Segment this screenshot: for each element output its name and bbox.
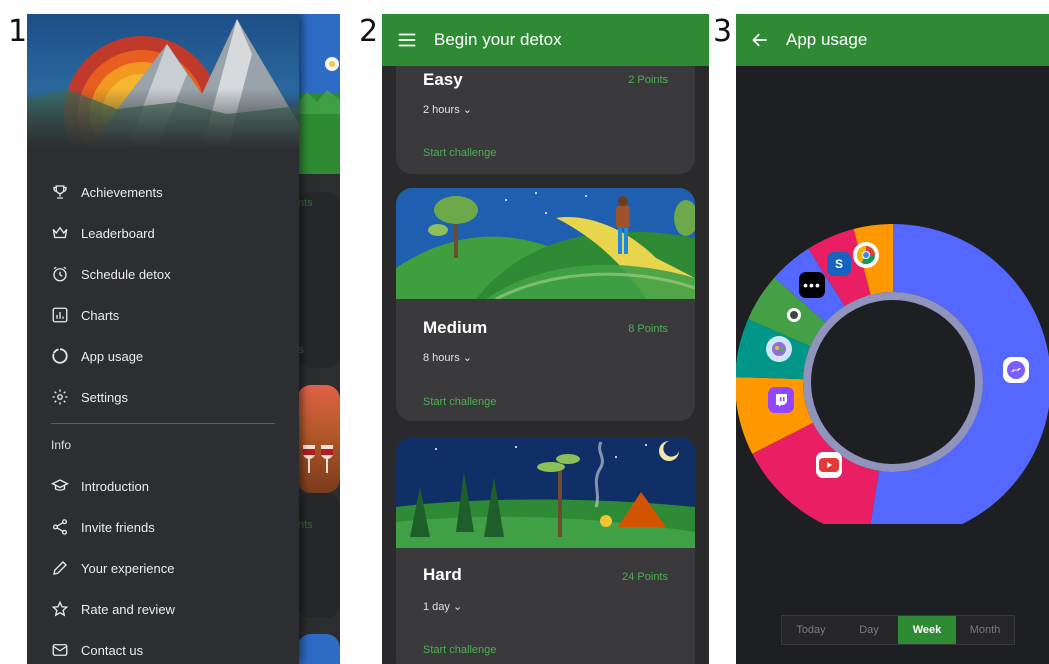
wine-glasses-art [303,445,333,473]
page-title: Begin your detox [434,30,562,49]
challenge-points: 2 Points [628,74,668,86]
drawer-item-label: Leaderboard [81,225,155,241]
tab-month[interactable]: Month [956,616,1014,644]
graduation-cap-icon [51,477,69,495]
drawer-item-charts[interactable]: Charts [51,301,119,329]
drawer-item-settings[interactable]: Settings [51,383,128,411]
chevron-down-icon: ⌄ [462,104,472,116]
chart-icon [51,306,69,324]
drawer-item-contact-us[interactable]: Contact us [51,636,143,664]
donut-icon [51,347,69,365]
more-apps-icon: ••• [799,272,825,298]
drawer-header-image [27,14,299,149]
duration-dropdown[interactable]: 2 hours ⌄ [423,103,472,116]
app-usage-screen: App usage ••• S Today Day Week Month [736,14,1049,664]
start-challenge-button[interactable]: Start challenge [423,644,496,656]
drawer-item-label: Schedule detox [81,266,171,282]
underlying-header-art [297,14,340,174]
challenge-level: Medium [423,318,488,337]
drawer-item-label: Rate and review [81,601,175,617]
back-arrow-icon[interactable] [750,30,770,50]
brain-app-icon [766,336,792,362]
drawer-item-label: Achievements [81,184,163,200]
drawer-item-your-experience[interactable]: Your experience [51,554,174,582]
drawer-item-leaderboard[interactable]: Leaderboard [51,219,155,247]
tab-week[interactable]: Week [898,616,956,644]
settings-app-icon [781,302,807,328]
gear-icon [51,388,69,406]
page-title: App usage [786,30,868,49]
drawer-item-rate-and-review[interactable]: Rate and review [51,595,175,623]
donut-center-ring [803,292,983,472]
underlying-card [297,493,340,618]
challenge-level: Easy [423,70,463,89]
challenge-points: 8 Points [628,323,668,335]
start-challenge-button[interactable]: Start challenge [423,147,496,159]
navigation-drawer: Achievements Leaderboard Schedule detox … [27,14,299,664]
challenge-card-hard[interactable]: Hard 24 Points 1 day ⌄ Start challenge [396,437,695,664]
drawer-item-label: Charts [81,307,120,323]
panel-number-3: 3 [713,14,733,49]
duration-dropdown[interactable]: 8 hours ⌄ [423,351,472,364]
share-icon [51,518,69,536]
chevron-down-icon: ⌄ [462,352,472,364]
chrome-icon [853,242,879,268]
drawer-item-label: Contact us [81,642,144,658]
drawer-item-schedule-detox[interactable]: Schedule detox [51,260,171,288]
underlying-points-text: nts [298,197,313,209]
messenger-icon [1003,357,1029,383]
app-bar: App usage [736,14,1049,66]
tab-today[interactable]: Today [782,616,840,644]
drawer-item-label: Your experience [81,560,175,576]
alarm-icon [51,265,69,283]
challenge-card-easy[interactable]: Easy 2 Points 2 hours ⌄ Start challenge [396,54,695,174]
drawer-item-label: Invite friends [81,519,155,535]
drawer-item-label: App usage [81,348,144,364]
detox-screen: Easy 2 Points 2 hours ⌄ Start challenge … [382,14,709,664]
drawer-screen: nts s nts Achievements Leaderboard Sched… [27,14,340,664]
underlying-card-art [297,634,340,664]
pencil-icon [51,559,69,577]
drawer-item-label: Introduction [81,478,149,494]
hills-hiker-art [396,188,695,299]
mail-icon [51,641,69,659]
chevron-down-icon: ⌄ [452,601,463,613]
underlying-points-text: nts [298,519,313,531]
twitch-icon [768,387,794,413]
drawer-item-label: Settings [81,389,128,405]
tab-day[interactable]: Day [840,616,898,644]
challenge-points: 24 Points [622,571,668,583]
drawer-section-title: Info [51,438,72,452]
underlying-card [297,192,340,368]
star-icon [51,600,69,618]
drawer-item-app-usage[interactable]: App usage [51,342,143,370]
campsite-night-art [396,437,695,548]
panel-number-2: 2 [359,14,379,49]
crown-icon [51,224,69,242]
menu-icon[interactable] [396,29,418,51]
mountain-sunset-art [27,14,299,149]
drawer-item-introduction[interactable]: Introduction [51,472,149,500]
panel-number-1: 1 [8,14,28,49]
youtube-icon [816,452,842,478]
period-tabs: Today Day Week Month [781,615,1015,645]
underlying-card-art [297,385,340,493]
start-challenge-button[interactable]: Start challenge [423,396,496,408]
shopping-app-icon: S [827,252,851,276]
challenge-card-medium[interactable]: Medium 8 Points 8 hours ⌄ Start challeng… [396,188,695,421]
drawer-item-invite-friends[interactable]: Invite friends [51,513,155,541]
app-bar: Begin your detox [382,14,709,66]
trophy-icon [51,183,69,201]
duration-dropdown[interactable]: 1 day ⌄ [423,600,462,613]
challenge-level: Hard [423,565,462,584]
drawer-divider [51,423,275,424]
drawer-item-achievements[interactable]: Achievements [51,178,163,206]
